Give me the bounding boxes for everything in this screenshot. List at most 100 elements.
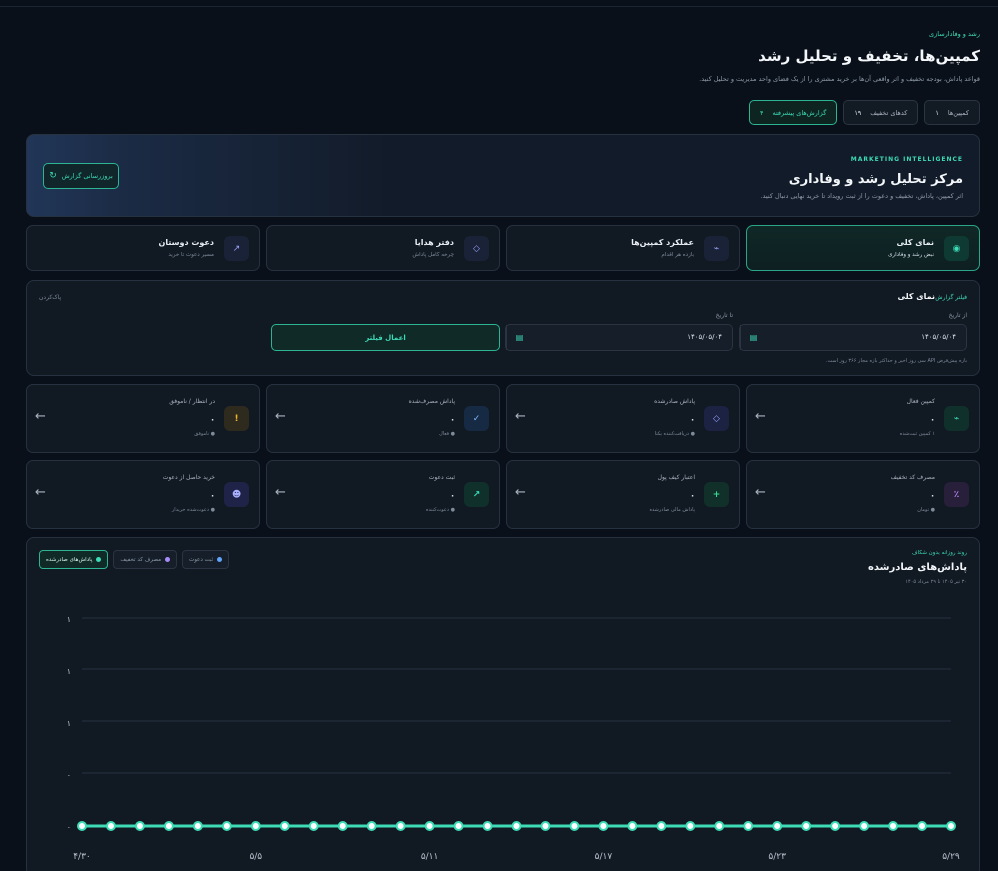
data-point[interactable] [627,821,638,831]
hero-description: اثر کمپین، پاداش، تخفیف و دعوت را از ثبت… [760,192,963,200]
nav-card-campaign-performance[interactable]: ⌁ عملکرد کمپین‌ها بازده هر اقدام [506,225,740,271]
data-point[interactable] [337,821,348,831]
kpi-value: ۰ [450,415,455,424]
data-point[interactable] [279,821,290,831]
to-date-field[interactable]: ۱۴۰۵/۰۵/۰۴ ▤ [505,324,733,351]
data-point[interactable] [743,821,754,831]
tab-label: کمپین‌ها [947,108,969,117]
kpi-card[interactable]: ◇ پاداش صادرشده ۰ ● دریافت‌کننده یکتا ← [506,384,740,453]
data-point[interactable] [395,821,406,831]
arrow-left-icon[interactable]: ← [755,409,766,424]
nav-card-invite-friends[interactable]: ↗ دعوت دوستان مسیر دعوت تا خرید [26,225,260,271]
data-point[interactable] [134,821,145,831]
tab-advanced-reports[interactable]: گزارش‌های پیشرفته ۴ [748,100,838,125]
data-point[interactable] [946,821,956,831]
y-tick-label: ۱ [67,719,71,728]
data-point[interactable] [540,821,551,831]
tab-count: ۱ [935,108,939,117]
pulse-icon: ⌁ [944,406,969,431]
kpi-title: مصرف کد تخفیف [890,474,935,481]
hero-title: مرکز تحلیل رشد و وفاداری [788,172,963,187]
kpi-card[interactable]: ☻ خرید حاصل از دعوت ۰ ● دعوت‌شده خریدار ← [26,460,260,529]
kpi-title: کمپین فعال [906,398,935,405]
tab-campaigns[interactable]: کمپین‌ها ۱ [924,100,980,125]
x-tick-label: ۵/۲۳ [768,852,786,862]
data-point[interactable] [453,821,464,831]
x-tick-label: ۵/۱۱ [421,852,439,862]
apply-filter-button[interactable]: اعمال فیلتر [271,324,500,351]
kpi-value: ۰ [690,415,695,424]
data-point[interactable] [105,821,116,831]
arrow-left-icon[interactable]: ← [515,409,526,424]
data-point[interactable] [888,821,899,831]
kpi-value: ۰ [930,415,935,424]
nav-card-subtitle: نبض رشد و وفاداری [888,252,934,258]
arrow-left-icon[interactable]: ← [275,485,286,500]
nav-card-overview[interactable]: ◉ نمای کلی نبض رشد و وفاداری [746,225,980,271]
kpi-title: ثبت دعوت [428,474,455,481]
data-point[interactable] [859,821,870,831]
data-point[interactable] [830,821,841,831]
from-date-field[interactable]: ۱۴۰۵/۰۵/۰۴ ▤ [739,324,967,351]
data-point[interactable] [424,821,435,831]
data-point[interactable] [163,821,174,831]
calendar-icon[interactable]: ▤ [506,325,532,350]
tab-count: ۴ [759,108,764,117]
tab-discount-codes[interactable]: کدهای تخفیف ۱۹ [843,100,919,125]
data-point[interactable] [569,821,580,831]
kpi-value: ۰ [210,415,215,424]
calendar-icon[interactable]: ▤ [740,325,766,350]
kpi-card[interactable]: ٪ مصرف کد تخفیف ۰ ● تومان ← [746,460,980,529]
kpi-card[interactable]: ↗ ثبت دعوت ۰ ● دعوت‌کننده ← [266,460,500,529]
kpi-subtitle: ● فعال [439,431,455,437]
arrow-left-icon[interactable]: ← [755,485,766,500]
clear-filter-link[interactable]: پاک‌کردن [39,294,61,301]
warning-icon: ! [224,406,249,431]
tab-count: ۱۹ [854,108,862,117]
data-point[interactable] [511,821,522,831]
check-icon: ✓ [464,406,489,431]
kpi-title: در انتظار / ناموفق [169,398,215,405]
data-point[interactable] [685,821,696,831]
arrow-left-icon[interactable]: ← [35,485,46,500]
data-point[interactable] [917,821,928,831]
kpi-subtitle: ۱ کمپین ثبت‌شده [899,431,935,437]
data-point[interactable] [772,821,783,831]
data-point[interactable] [482,821,493,831]
nav-card-title: نمای کلی [896,238,935,247]
nav-card-subtitle: بازده هر اقدام [661,252,694,258]
nav-card-gift-ledger[interactable]: ◇ دفتر هدایا چرخه کامل پاداش [266,225,500,271]
tab-label: گزارش‌های پیشرفته [772,108,827,117]
data-point[interactable] [308,821,319,831]
data-point[interactable] [656,821,667,831]
data-point[interactable] [192,821,203,831]
data-point[interactable] [714,821,725,831]
kpi-card[interactable]: ! در انتظار / ناموفق ۰ ● ناموفق ← [26,384,260,453]
nav-card-title: دعوت دوستان [158,238,214,247]
arrow-left-icon[interactable]: ← [35,409,46,424]
kpi-card[interactable]: + اعتبار کیف پول ۰ پاداش مالی صادرشده ← [506,460,740,529]
kpi-card[interactable]: ✓ پاداش مصرف‌شده ۰ ● فعال ← [266,384,500,453]
target-icon: ◉ [944,236,969,261]
data-point[interactable] [221,821,232,831]
data-point[interactable] [598,821,609,831]
kpi-card[interactable]: ⌁ کمپین فعال ۰ ۱ کمپین ثبت‌شده ← [746,384,980,453]
data-point[interactable] [801,821,812,831]
data-point[interactable] [250,821,261,831]
page-header: رشد و وفادارسازی کمپین‌ها، تخفیف و تحلیل… [699,30,980,83]
kpi-subtitle: ● دعوت‌شده خریدار [171,507,215,513]
kpi-subtitle: پاداش مالی صادرشده [649,507,695,513]
filter-eyebrow: فیلتر گزارش [935,294,967,301]
diamond-icon: ◇ [464,236,489,261]
refresh-report-button[interactable]: بروزرسانی گزارش ↻ [43,163,119,189]
from-date-label: از تاریخ [948,312,967,319]
arrow-left-icon[interactable]: ← [515,485,526,500]
kpi-subtitle: ● ناموفق [194,431,215,437]
diamond-icon: ◇ [704,406,729,431]
data-point[interactable] [366,821,377,831]
data-point[interactable] [77,821,87,831]
arrow-left-icon[interactable]: ← [275,409,286,424]
y-tick-label: ۱ [67,615,71,624]
nav-card-subtitle: چرخه کامل پاداش [412,252,454,258]
y-tick-label: ۱ [67,667,71,676]
